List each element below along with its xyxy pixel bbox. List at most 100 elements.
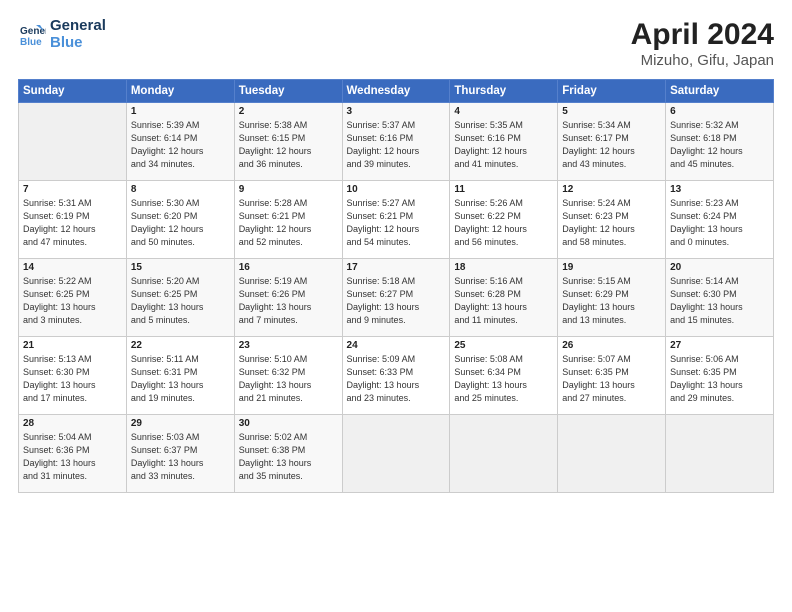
day-number: 24 bbox=[347, 340, 446, 351]
calendar-table: SundayMondayTuesdayWednesdayThursdayFrid… bbox=[18, 79, 774, 493]
day-number: 1 bbox=[131, 106, 230, 117]
calendar-cell: 18 Sunrise: 5:16 AM Sunset: 6:28 PM Dayli… bbox=[450, 259, 558, 337]
col-monday: Monday bbox=[126, 80, 234, 103]
day-info: Sunrise: 5:38 AM Sunset: 6:15 PM Dayligh… bbox=[239, 119, 338, 171]
svg-text:Blue: Blue bbox=[20, 37, 42, 48]
day-number: 22 bbox=[131, 340, 230, 351]
day-info: Sunrise: 5:35 AM Sunset: 6:16 PM Dayligh… bbox=[454, 119, 553, 171]
calendar-cell: 13Sunrise: 5:23 AM Sunset: 6:24 PM Dayli… bbox=[666, 181, 774, 259]
calendar-cell: 29 Sunrise: 5:03 AM Sunset: 6:37 PM Dayli… bbox=[126, 415, 234, 493]
day-info: Sunrise: 5:08 AM Sunset: 6:34 PM Dayligh… bbox=[454, 353, 553, 405]
col-saturday: Saturday bbox=[666, 80, 774, 103]
calendar-cell: 1 Sunrise: 5:39 AM Sunset: 6:14 PM Daylig… bbox=[126, 103, 234, 181]
day-info: Sunrise: 5:09 AM Sunset: 6:33 PM Dayligh… bbox=[347, 353, 446, 405]
calendar-cell bbox=[450, 415, 558, 493]
calendar-cell bbox=[342, 415, 450, 493]
calendar-cell bbox=[558, 415, 666, 493]
calendar-cell: 7Sunrise: 5:31 AM Sunset: 6:19 PM Daylig… bbox=[19, 181, 127, 259]
logo-icon: General Blue bbox=[18, 21, 46, 49]
calendar-cell: 10Sunrise: 5:27 AM Sunset: 6:21 PM Dayli… bbox=[342, 181, 450, 259]
day-number: 29 bbox=[131, 418, 230, 429]
week-row-2: 7Sunrise: 5:31 AM Sunset: 6:19 PM Daylig… bbox=[19, 181, 774, 259]
calendar-cell bbox=[19, 103, 127, 181]
day-number: 4 bbox=[454, 106, 553, 117]
day-number: 26 bbox=[562, 340, 661, 351]
calendar-cell: 5Sunrise: 5:34 AM Sunset: 6:17 PM Daylig… bbox=[558, 103, 666, 181]
day-number: 3 bbox=[347, 106, 446, 117]
week-row-4: 21 Sunrise: 5:13 AM Sunset: 6:30 PM Dayli… bbox=[19, 337, 774, 415]
logo-blue: Blue bbox=[50, 35, 106, 52]
calendar-cell: 15 Sunrise: 5:20 AM Sunset: 6:25 PM Dayli… bbox=[126, 259, 234, 337]
calendar-cell: 14 Sunrise: 5:22 AM Sunset: 6:25 PM Dayli… bbox=[19, 259, 127, 337]
calendar-cell: 11 Sunrise: 5:26 AM Sunset: 6:22 PM Dayli… bbox=[450, 181, 558, 259]
day-info: Sunrise: 5:32 AM Sunset: 6:18 PM Dayligh… bbox=[670, 119, 769, 171]
header: General Blue General Blue April 2024 Miz… bbox=[18, 18, 774, 69]
day-info: Sunrise: 5:19 AM Sunset: 6:26 PM Dayligh… bbox=[239, 275, 338, 327]
day-number: 21 bbox=[23, 340, 122, 351]
col-sunday: Sunday bbox=[19, 80, 127, 103]
day-info: Sunrise: 5:11 AM Sunset: 6:31 PM Dayligh… bbox=[131, 353, 230, 405]
day-number: 30 bbox=[239, 418, 338, 429]
day-number: 17 bbox=[347, 262, 446, 273]
col-thursday: Thursday bbox=[450, 80, 558, 103]
day-number: 15 bbox=[131, 262, 230, 273]
day-info: Sunrise: 5:37 AM Sunset: 6:16 PM Dayligh… bbox=[347, 119, 446, 171]
col-tuesday: Tuesday bbox=[234, 80, 342, 103]
calendar-cell: 22 Sunrise: 5:11 AM Sunset: 6:31 PM Dayli… bbox=[126, 337, 234, 415]
day-number: 8 bbox=[131, 184, 230, 195]
calendar-cell: 30 Sunrise: 5:02 AM Sunset: 6:38 PM Dayli… bbox=[234, 415, 342, 493]
day-info: Sunrise: 5:27 AM Sunset: 6:21 PM Dayligh… bbox=[347, 197, 446, 249]
week-row-5: 28Sunrise: 5:04 AM Sunset: 6:36 PM Dayli… bbox=[19, 415, 774, 493]
calendar-cell: 12 Sunrise: 5:24 AM Sunset: 6:23 PM Dayli… bbox=[558, 181, 666, 259]
day-number: 11 bbox=[454, 184, 553, 195]
calendar-header-row: SundayMondayTuesdayWednesdayThursdayFrid… bbox=[19, 80, 774, 103]
svg-text:General: General bbox=[20, 26, 46, 37]
calendar-cell: 16Sunrise: 5:19 AM Sunset: 6:26 PM Dayli… bbox=[234, 259, 342, 337]
day-info: Sunrise: 5:18 AM Sunset: 6:27 PM Dayligh… bbox=[347, 275, 446, 327]
calendar-cell: 25 Sunrise: 5:08 AM Sunset: 6:34 PM Dayli… bbox=[450, 337, 558, 415]
day-number: 14 bbox=[23, 262, 122, 273]
day-info: Sunrise: 5:26 AM Sunset: 6:22 PM Dayligh… bbox=[454, 197, 553, 249]
day-number: 25 bbox=[454, 340, 553, 351]
day-info: Sunrise: 5:22 AM Sunset: 6:25 PM Dayligh… bbox=[23, 275, 122, 327]
week-row-1: 1 Sunrise: 5:39 AM Sunset: 6:14 PM Daylig… bbox=[19, 103, 774, 181]
day-info: Sunrise: 5:13 AM Sunset: 6:30 PM Dayligh… bbox=[23, 353, 122, 405]
day-info: Sunrise: 5:16 AM Sunset: 6:28 PM Dayligh… bbox=[454, 275, 553, 327]
calendar-cell: 27 Sunrise: 5:06 AM Sunset: 6:35 PM Dayli… bbox=[666, 337, 774, 415]
day-number: 9 bbox=[239, 184, 338, 195]
calendar-title: April 2024 bbox=[631, 18, 774, 52]
calendar-subtitle: Mizuho, Gifu, Japan bbox=[631, 52, 774, 69]
day-info: Sunrise: 5:15 AM Sunset: 6:29 PM Dayligh… bbox=[562, 275, 661, 327]
title-section: April 2024 Mizuho, Gifu, Japan bbox=[631, 18, 774, 69]
day-info: Sunrise: 5:24 AM Sunset: 6:23 PM Dayligh… bbox=[562, 197, 661, 249]
calendar-cell: 28Sunrise: 5:04 AM Sunset: 6:36 PM Dayli… bbox=[19, 415, 127, 493]
day-info: Sunrise: 5:28 AM Sunset: 6:21 PM Dayligh… bbox=[239, 197, 338, 249]
col-friday: Friday bbox=[558, 80, 666, 103]
day-info: Sunrise: 5:04 AM Sunset: 6:36 PM Dayligh… bbox=[23, 431, 122, 483]
week-row-3: 14 Sunrise: 5:22 AM Sunset: 6:25 PM Dayli… bbox=[19, 259, 774, 337]
day-info: Sunrise: 5:30 AM Sunset: 6:20 PM Dayligh… bbox=[131, 197, 230, 249]
day-info: Sunrise: 5:06 AM Sunset: 6:35 PM Dayligh… bbox=[670, 353, 769, 405]
page: General Blue General Blue April 2024 Miz… bbox=[0, 0, 792, 612]
calendar-cell: 23Sunrise: 5:10 AM Sunset: 6:32 PM Dayli… bbox=[234, 337, 342, 415]
calendar-cell: 4 Sunrise: 5:35 AM Sunset: 6:16 PM Daylig… bbox=[450, 103, 558, 181]
day-info: Sunrise: 5:10 AM Sunset: 6:32 PM Dayligh… bbox=[239, 353, 338, 405]
day-number: 18 bbox=[454, 262, 553, 273]
day-info: Sunrise: 5:39 AM Sunset: 6:14 PM Dayligh… bbox=[131, 119, 230, 171]
day-number: 13 bbox=[670, 184, 769, 195]
day-info: Sunrise: 5:03 AM Sunset: 6:37 PM Dayligh… bbox=[131, 431, 230, 483]
col-wednesday: Wednesday bbox=[342, 80, 450, 103]
calendar-cell: 20 Sunrise: 5:14 AM Sunset: 6:30 PM Dayli… bbox=[666, 259, 774, 337]
day-number: 12 bbox=[562, 184, 661, 195]
day-number: 20 bbox=[670, 262, 769, 273]
day-info: Sunrise: 5:20 AM Sunset: 6:25 PM Dayligh… bbox=[131, 275, 230, 327]
day-number: 6 bbox=[670, 106, 769, 117]
day-number: 19 bbox=[562, 262, 661, 273]
day-number: 27 bbox=[670, 340, 769, 351]
day-number: 5 bbox=[562, 106, 661, 117]
day-info: Sunrise: 5:02 AM Sunset: 6:38 PM Dayligh… bbox=[239, 431, 338, 483]
day-info: Sunrise: 5:14 AM Sunset: 6:30 PM Dayligh… bbox=[670, 275, 769, 327]
calendar-cell: 17 Sunrise: 5:18 AM Sunset: 6:27 PM Dayli… bbox=[342, 259, 450, 337]
day-number: 2 bbox=[239, 106, 338, 117]
day-number: 7 bbox=[23, 184, 122, 195]
